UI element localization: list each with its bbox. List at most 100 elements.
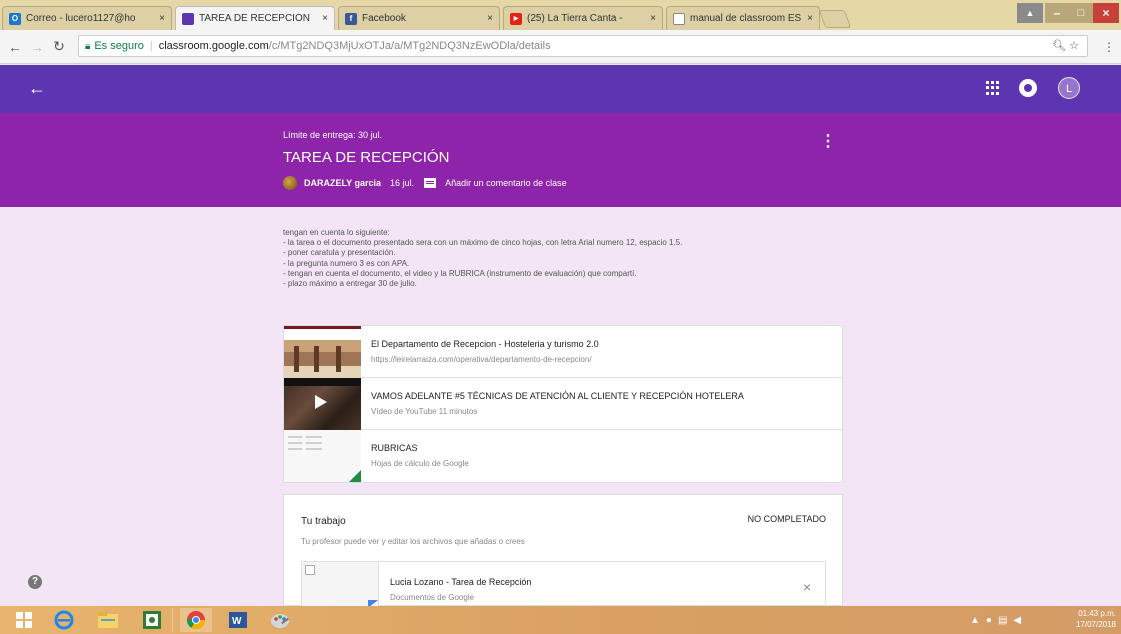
web-thumbnail xyxy=(284,326,361,378)
add-class-comment-link[interactable]: Añadir un comentario de clase xyxy=(445,178,567,188)
attachment-title: El Departamento de Recepcion - Hosteleri… xyxy=(371,339,599,349)
file-explorer-icon[interactable] xyxy=(92,608,124,632)
classroom-icon xyxy=(182,12,194,25)
author-avatar xyxy=(283,176,297,190)
author-name: DARAZELY garcia xyxy=(304,178,382,188)
svg-text:W: W xyxy=(232,616,242,627)
your-work-help-text: Tu profesor puede ver y editar los archi… xyxy=(301,537,525,546)
antivirus-icon[interactable]: ● xyxy=(986,615,992,626)
google-apps-icon[interactable] xyxy=(986,81,1000,95)
star-icon[interactable]: ☆ xyxy=(1069,40,1079,52)
url-host: classroom.google.com xyxy=(158,40,269,52)
attachment-spreadsheet[interactable]: RUBRICAS Hojas de cálculo de Google xyxy=(284,430,842,482)
security-label: Es seguro xyxy=(94,40,144,52)
tab-label: Correo - lucero1127@ho xyxy=(26,13,136,24)
tab-label: (25) La Tierra Canta - xyxy=(527,13,623,24)
zoom-icon[interactable]: 🔍︎ xyxy=(1052,40,1066,52)
attachment-url: https://leirelarraiza.com/operativa/depa… xyxy=(371,355,592,364)
description-line: tengan en cuenta lo siguiente: xyxy=(283,228,390,237)
taskbar-divider xyxy=(172,608,173,632)
zoom-and-bookmark-icons[interactable]: 🔍︎ ☆ xyxy=(1052,39,1079,52)
author-row: DARAZELY garcia 16 jul. Añadir un coment… xyxy=(283,176,567,190)
paint-icon[interactable] xyxy=(264,608,296,632)
tab-outlook-mail[interactable]: O Correo - lucero1127@ho × xyxy=(2,6,172,30)
tab-label: TAREA DE RECEPCIÓN xyxy=(199,13,310,24)
divider: | xyxy=(149,40,153,52)
browser-menu-icon[interactable]: ⋮ xyxy=(1103,40,1115,54)
attachment-link[interactable]: El Departamento de Recepcion - Hosteleri… xyxy=(284,326,842,378)
description-line: - la tarea o el documento presentado ser… xyxy=(283,238,683,248)
attachment-video[interactable]: VAMOS ADELANTE #5 TÉCNICAS DE ATENCIÓN A… xyxy=(284,378,842,430)
network-icon[interactable]: ▤ xyxy=(998,615,1007,626)
description-line: - poner caratula y presentación. xyxy=(283,248,396,258)
tab-close-icon[interactable]: × xyxy=(487,13,493,24)
system-clock[interactable]: 01:43 p.m. 17/07/2018 xyxy=(1060,608,1116,630)
chrome-icon[interactable] xyxy=(180,608,212,632)
description-line: - la pregunta numero 3 es con APA. xyxy=(283,258,410,268)
file-type: Documentos de Google xyxy=(390,593,475,602)
posted-date: 16 jul. xyxy=(390,178,415,188)
attachment-title: RUBRICAS xyxy=(371,443,418,453)
account-avatar[interactable]: L xyxy=(1058,77,1080,99)
back-arrow-icon[interactable]: ← xyxy=(28,78,46,99)
spreadsheet-thumbnail xyxy=(284,430,361,482)
attachment-title: VAMOS ADELANTE #5 TÉCNICAS DE ATENCIÓN A… xyxy=(371,391,744,401)
notifications-icon[interactable] xyxy=(1019,79,1037,97)
submitted-file[interactable]: Lucia Lozano - Tarea de Recepción Docume… xyxy=(301,561,826,608)
tab-manual-classroom[interactable]: manual de classroom ES × xyxy=(666,6,820,30)
video-thumbnail xyxy=(284,378,361,430)
classroom-app-icon[interactable] xyxy=(136,608,168,632)
internet-explorer-icon[interactable] xyxy=(48,608,80,632)
clock-date: 17/07/2018 xyxy=(1075,620,1116,629)
play-icon xyxy=(315,395,327,409)
due-date: Límite de entrega: 30 jul. xyxy=(283,130,383,140)
show-hidden-icons[interactable]: ▲ xyxy=(970,615,980,626)
more-options-icon[interactable]: ⋮ xyxy=(820,131,836,151)
file-thumbnail xyxy=(302,562,379,608)
windows-taskbar: W ▲ ● ▤ ◀︎ 01:43 p.m. 17/07/2018 xyxy=(0,606,1121,634)
outlook-icon: O xyxy=(9,12,21,25)
help-icon[interactable]: ? xyxy=(28,575,42,589)
address-bar[interactable]: 🔒︎ Es seguro | classroom.google.com/c/MT… xyxy=(78,35,1088,57)
file-title: Lucia Lozano - Tarea de Recepción xyxy=(390,577,532,587)
user-profile-button[interactable]: ▲ xyxy=(1017,3,1043,23)
browser-toolbar: ← → ↻ 🔒︎ Es seguro | classroom.google.co… xyxy=(0,30,1121,64)
tab-facebook[interactable]: f Facebook × xyxy=(338,6,500,30)
clock-time: 01:43 p.m. xyxy=(1078,609,1116,618)
system-tray: ▲ ● ▤ ◀︎ xyxy=(970,606,1021,634)
tab-label: Facebook xyxy=(362,13,406,24)
comment-icon[interactable] xyxy=(424,178,437,188)
document-icon xyxy=(673,12,685,25)
tab-close-icon[interactable]: × xyxy=(159,13,165,24)
new-tab-button[interactable] xyxy=(818,10,852,28)
tab-close-icon[interactable]: × xyxy=(322,13,328,24)
reload-icon[interactable]: ↻ xyxy=(48,38,70,55)
url-path: /c/MTg2NDQ3MjUxOTJa/a/MTg2NDQ3NzEwODla/d… xyxy=(268,40,551,52)
attachment-subtitle: Vídeo de YouTube 11 minutos xyxy=(371,407,478,416)
tab-youtube[interactable]: ▶ (25) La Tierra Canta - × xyxy=(503,6,663,30)
assignment-header: Límite de entrega: 30 jul. TAREA DE RECE… xyxy=(0,113,1121,207)
your-work-card: Tu trabajo NO COMPLETADO Tu profesor pue… xyxy=(283,494,843,608)
assignment-title: TAREA DE RECEPCIÓN xyxy=(283,149,450,166)
maximize-button[interactable]: □ xyxy=(1069,3,1093,23)
youtube-icon: ▶ xyxy=(510,12,522,25)
minimize-button[interactable]: – xyxy=(1045,3,1069,23)
facebook-icon: f xyxy=(345,12,357,25)
tab-label: manual de classroom ES xyxy=(690,13,802,24)
description-line: - tengan en cuenta el documento, el vide… xyxy=(283,268,637,278)
attachments-list: El Departamento de Recepcion - Hosteleri… xyxy=(283,325,843,483)
remove-file-icon[interactable]: × xyxy=(803,579,811,595)
tab-close-icon[interactable]: × xyxy=(807,13,813,24)
browser-tab-strip: O Correo - lucero1127@ho × TAREA DE RECE… xyxy=(0,0,1121,30)
close-window-button[interactable]: × xyxy=(1093,3,1119,23)
description-line: - plazo máximo a entregar 30 de julio. xyxy=(283,279,417,289)
tab-close-icon[interactable]: × xyxy=(650,13,656,24)
forward-icon[interactable]: → xyxy=(26,39,48,55)
attachment-subtitle: Hojas de cálculo de Google xyxy=(371,459,469,468)
volume-icon[interactable]: ◀︎ xyxy=(1013,615,1021,626)
tab-tarea-de-recepcion[interactable]: TAREA DE RECEPCIÓN × xyxy=(175,6,335,30)
windows-start-icon[interactable] xyxy=(8,608,40,632)
back-icon[interactable]: ← xyxy=(4,39,26,55)
classroom-app-bar: ← L xyxy=(0,65,1121,113)
word-icon[interactable]: W xyxy=(222,608,254,632)
